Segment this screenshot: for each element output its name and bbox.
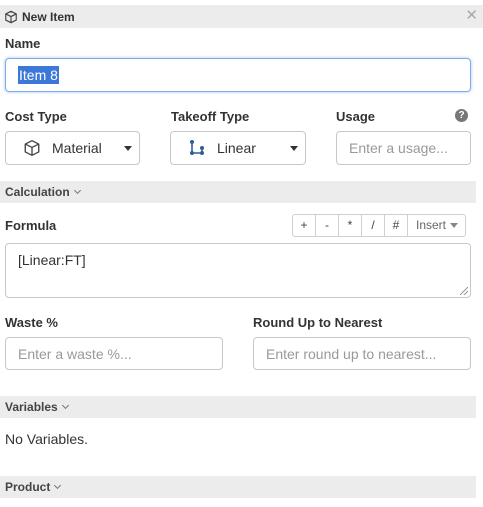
no-variables-text: No Variables. <box>5 431 89 447</box>
divide-operator-button[interactable]: / <box>362 215 385 236</box>
cube-icon <box>5 10 17 23</box>
waste-placeholder: Enter a waste %... <box>18 345 132 362</box>
insert-label: Insert <box>416 218 447 232</box>
name-input[interactable]: Item 8 <box>5 58 471 92</box>
cost-type-value: Material <box>52 140 102 156</box>
dialog-titlebar: New Item ✕ <box>0 5 483 28</box>
dialog-title: New Item <box>22 9 75 24</box>
chevron-down-icon <box>54 481 62 490</box>
resize-handle-icon[interactable] <box>460 287 468 295</box>
help-icon[interactable]: ? <box>455 109 468 122</box>
minus-operator-button[interactable]: - <box>316 215 339 236</box>
waste-input[interactable]: Enter a waste %... <box>5 337 223 370</box>
plus-operator-button[interactable]: + <box>293 215 316 236</box>
insert-dropdown-button[interactable]: Insert <box>408 215 465 236</box>
chevron-down-icon <box>124 146 132 151</box>
formula-label: Formula <box>5 218 57 233</box>
product-section-label: Product <box>5 480 51 494</box>
waste-label: Waste % <box>5 315 58 330</box>
cube-icon <box>22 138 42 158</box>
formula-textarea[interactable]: [Linear:FT] <box>5 243 471 298</box>
multiply-operator-button[interactable]: * <box>339 215 362 236</box>
chevron-down-icon <box>73 186 81 195</box>
formula-value: [Linear:FT] <box>18 252 86 268</box>
name-label: Name <box>5 36 41 51</box>
round-up-placeholder: Enter round up to nearest... <box>266 345 437 362</box>
usage-placeholder: Enter a usage... <box>349 140 448 156</box>
name-input-value: Item 8 <box>18 66 59 84</box>
usage-input[interactable]: Enter a usage... <box>336 131 471 165</box>
product-section-header[interactable]: Product <box>0 476 476 498</box>
cost-type-select[interactable]: Material <box>5 131 140 165</box>
takeoff-type-label: Takeoff Type <box>171 109 250 124</box>
linear-takeoff-icon <box>187 138 207 158</box>
round-up-label: Round Up to Nearest <box>253 315 383 330</box>
caret-down-icon <box>450 223 459 228</box>
chevron-down-icon <box>290 146 298 151</box>
variables-section-header[interactable]: Variables <box>0 396 476 418</box>
calculation-section-label: Calculation <box>5 185 70 199</box>
calculation-section-header[interactable]: Calculation <box>0 181 476 203</box>
chevron-down-icon <box>61 401 69 410</box>
round-up-input[interactable]: Enter round up to nearest... <box>253 337 471 370</box>
number-operator-button[interactable]: # <box>385 215 408 236</box>
cost-type-label: Cost Type <box>5 109 67 124</box>
formula-toolbar: + - * / # Insert <box>292 214 467 237</box>
takeoff-type-value: Linear <box>217 140 256 156</box>
usage-label: Usage <box>336 109 376 124</box>
takeoff-type-select[interactable]: Linear <box>170 131 306 165</box>
variables-section-label: Variables <box>5 400 58 414</box>
close-icon[interactable]: ✕ <box>465 8 478 24</box>
